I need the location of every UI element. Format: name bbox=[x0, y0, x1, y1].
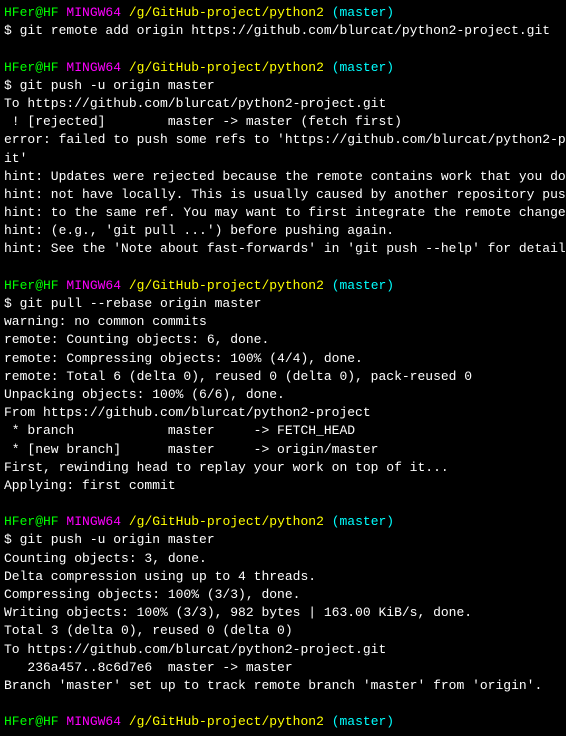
output-line: hint: Updates were rejected because the … bbox=[4, 168, 562, 186]
prompt-line: HFer@HF MINGW64 /g/GitHub-project/python… bbox=[4, 4, 562, 22]
blank-line bbox=[4, 40, 562, 58]
prompt-line: HFer@HF MINGW64 /g/GitHub-project/python… bbox=[4, 713, 562, 731]
output-line: Unpacking objects: 100% (6/6), done. bbox=[4, 386, 562, 404]
output-line: hint: not have locally. This is usually … bbox=[4, 186, 562, 204]
output-line: ! [rejected] master -> master (fetch fir… bbox=[4, 113, 562, 131]
prompt-branch: (master) bbox=[332, 5, 394, 20]
command-line[interactable]: $ git remote add origin https://github.c… bbox=[4, 22, 562, 40]
output-line: hint: (e.g., 'git pull ...') before push… bbox=[4, 222, 562, 240]
output-line: First, rewinding head to replay your wor… bbox=[4, 459, 562, 477]
output-line: remote: Compressing objects: 100% (4/4),… bbox=[4, 350, 562, 368]
command-line[interactable]: $ git push -u origin master bbox=[4, 531, 562, 549]
blank-line bbox=[4, 259, 562, 277]
output-line: hint: to the same ref. You may want to f… bbox=[4, 204, 562, 222]
output-line: * [new branch] master -> origin/master bbox=[4, 441, 562, 459]
command-line[interactable]: $ git pull --rebase origin master bbox=[4, 295, 562, 313]
output-line: error: failed to push some refs to 'http… bbox=[4, 131, 562, 149]
output-line: hint: See the 'Note about fast-forwards'… bbox=[4, 240, 562, 258]
output-line: Writing objects: 100% (3/3), 982 bytes |… bbox=[4, 604, 562, 622]
prompt-host: MINGW64 bbox=[66, 714, 121, 729]
prompt-user: HFer@HF bbox=[4, 5, 59, 20]
blank-line bbox=[4, 695, 562, 713]
prompt-path: /g/GitHub-project/python2 bbox=[129, 5, 324, 20]
output-line: * branch master -> FETCH_HEAD bbox=[4, 422, 562, 440]
output-line: remote: Counting objects: 6, done. bbox=[4, 331, 562, 349]
prompt-branch: (master) bbox=[332, 278, 394, 293]
prompt-user: HFer@HF bbox=[4, 514, 59, 529]
output-line: To https://github.com/blurcat/python2-pr… bbox=[4, 641, 562, 659]
prompt-path: /g/GitHub-project/python2 bbox=[129, 714, 324, 729]
prompt-line: HFer@HF MINGW64 /g/GitHub-project/python… bbox=[4, 277, 562, 295]
prompt-user: HFer@HF bbox=[4, 714, 59, 729]
output-line: Total 3 (delta 0), reused 0 (delta 0) bbox=[4, 622, 562, 640]
prompt-branch: (master) bbox=[332, 714, 394, 729]
output-line: Delta compression using up to 4 threads. bbox=[4, 568, 562, 586]
output-line: Compressing objects: 100% (3/3), done. bbox=[4, 586, 562, 604]
command-line[interactable]: $ git push -u origin master bbox=[4, 77, 562, 95]
output-line: Branch 'master' set up to track remote b… bbox=[4, 677, 562, 695]
prompt-user: HFer@HF bbox=[4, 278, 59, 293]
output-line: it' bbox=[4, 150, 562, 168]
output-line: 236a457..8c6d7e6 master -> master bbox=[4, 659, 562, 677]
output-line: From https://github.com/blurcat/python2-… bbox=[4, 404, 562, 422]
prompt-user: HFer@HF bbox=[4, 60, 59, 75]
prompt-path: /g/GitHub-project/python2 bbox=[129, 278, 324, 293]
output-line: warning: no common commits bbox=[4, 313, 562, 331]
output-line: remote: Total 6 (delta 0), reused 0 (del… bbox=[4, 368, 562, 386]
prompt-line: HFer@HF MINGW64 /g/GitHub-project/python… bbox=[4, 59, 562, 77]
prompt-host: MINGW64 bbox=[66, 278, 121, 293]
prompt-host: MINGW64 bbox=[66, 60, 121, 75]
prompt-branch: (master) bbox=[332, 514, 394, 529]
prompt-line: HFer@HF MINGW64 /g/GitHub-project/python… bbox=[4, 513, 562, 531]
prompt-host: MINGW64 bbox=[66, 5, 121, 20]
prompt-path: /g/GitHub-project/python2 bbox=[129, 514, 324, 529]
prompt-host: MINGW64 bbox=[66, 514, 121, 529]
prompt-branch: (master) bbox=[332, 60, 394, 75]
output-line: Applying: first commit bbox=[4, 477, 562, 495]
output-line: To https://github.com/blurcat/python2-pr… bbox=[4, 95, 562, 113]
prompt-path: /g/GitHub-project/python2 bbox=[129, 60, 324, 75]
blank-line bbox=[4, 495, 562, 513]
terminal-session: HFer@HF MINGW64 /g/GitHub-project/python… bbox=[4, 4, 562, 732]
